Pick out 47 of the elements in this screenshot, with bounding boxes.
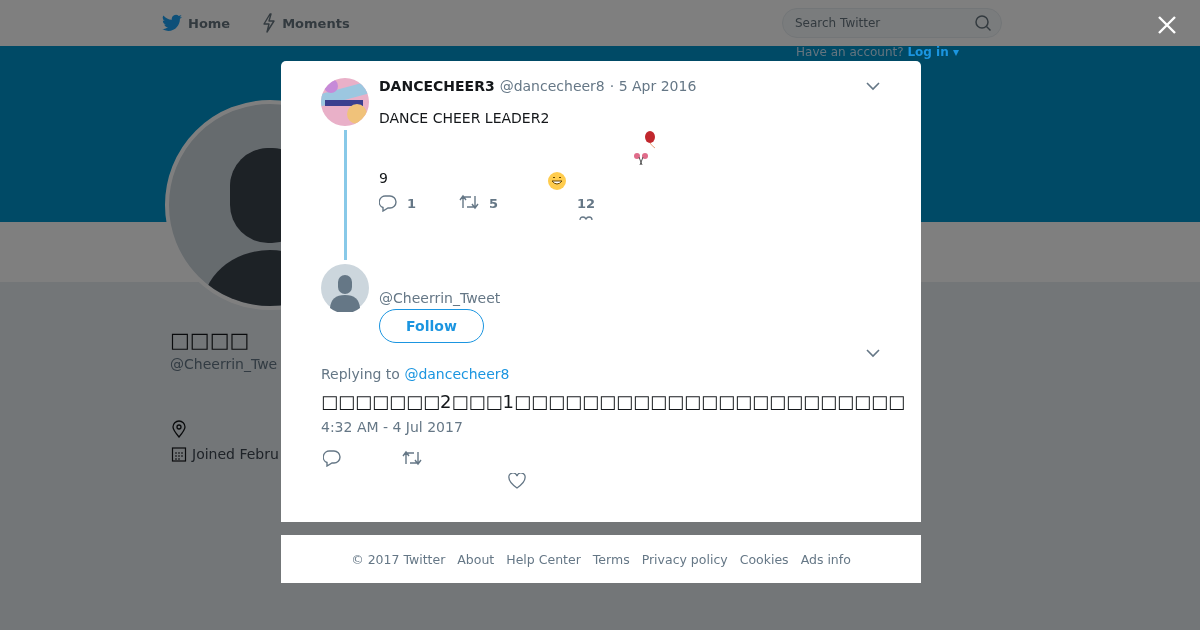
pom-pom-icon [633,152,649,166]
profile-name: □□□□ [170,328,250,352]
close-icon[interactable] [1157,15,1177,35]
login-prompt: Have an account? [796,45,904,59]
tweet-text: 9 [379,170,388,188]
retweet-icon[interactable] [402,450,422,466]
balloon-icon [644,131,656,149]
footer-link[interactable]: Ads info [800,551,851,567]
tweet-text: DANCE CHEER LEADER2 [379,110,550,128]
tweet-timestamp[interactable]: 4:32 AM - 4 Jul 2017 [321,419,881,435]
calendar-icon [171,446,187,462]
like-count: 12 [577,195,596,211]
footer-link[interactable]: © 2017 Twitter [351,551,446,567]
chevron-down-icon[interactable] [866,81,880,91]
nav-link[interactable]: Moments [262,13,350,33]
footer-link[interactable]: Cookies [739,551,789,567]
user-avatar [321,264,369,312]
tweet-date: · 5 Apr 2016 [609,78,697,94]
search-icon [974,14,992,32]
chevron-down-icon[interactable] [866,348,880,358]
reply-count: 1 [407,195,417,211]
footer-link[interactable]: Privacy policy [641,551,728,567]
follow-button[interactable]: Follow [379,309,484,343]
mention-link[interactable]: @dancecheer8 [404,366,510,382]
location-icon [171,420,187,438]
heart-icon[interactable] [508,473,526,489]
footer-link[interactable]: Help Center [506,551,581,567]
user-handle: @Cheerrin_Tweet [379,290,501,306]
nav-link[interactable]: Home [162,14,231,32]
user-avatar [321,78,369,126]
user-name: DANCECHEER3 [379,78,495,94]
lightning-icon [262,13,277,33]
profile-handle: @Cheerrin_Twe [170,356,278,372]
footer-link[interactable]: About [457,551,495,567]
retweet-count: 5 [489,195,499,211]
bird-icon [162,14,182,32]
footer-link[interactable]: Terms [592,551,630,567]
login-link[interactable]: Log in ▾ [907,45,959,59]
reply-icon[interactable] [379,194,397,212]
reply-icon[interactable] [323,449,341,467]
search-field[interactable]: Search Twitter [782,8,1002,38]
retweet-icon[interactable] [459,194,479,210]
grinning-face-icon [548,172,566,190]
tweet-text: □□□□□□□2□□□1□□□□□□□□□□□□□□□□□□□□□□□ [321,390,906,414]
user-handle: @dancecheer8 [499,78,605,94]
replying-label: Replying to [321,366,400,382]
joined-date: Joined Febru [192,446,279,462]
